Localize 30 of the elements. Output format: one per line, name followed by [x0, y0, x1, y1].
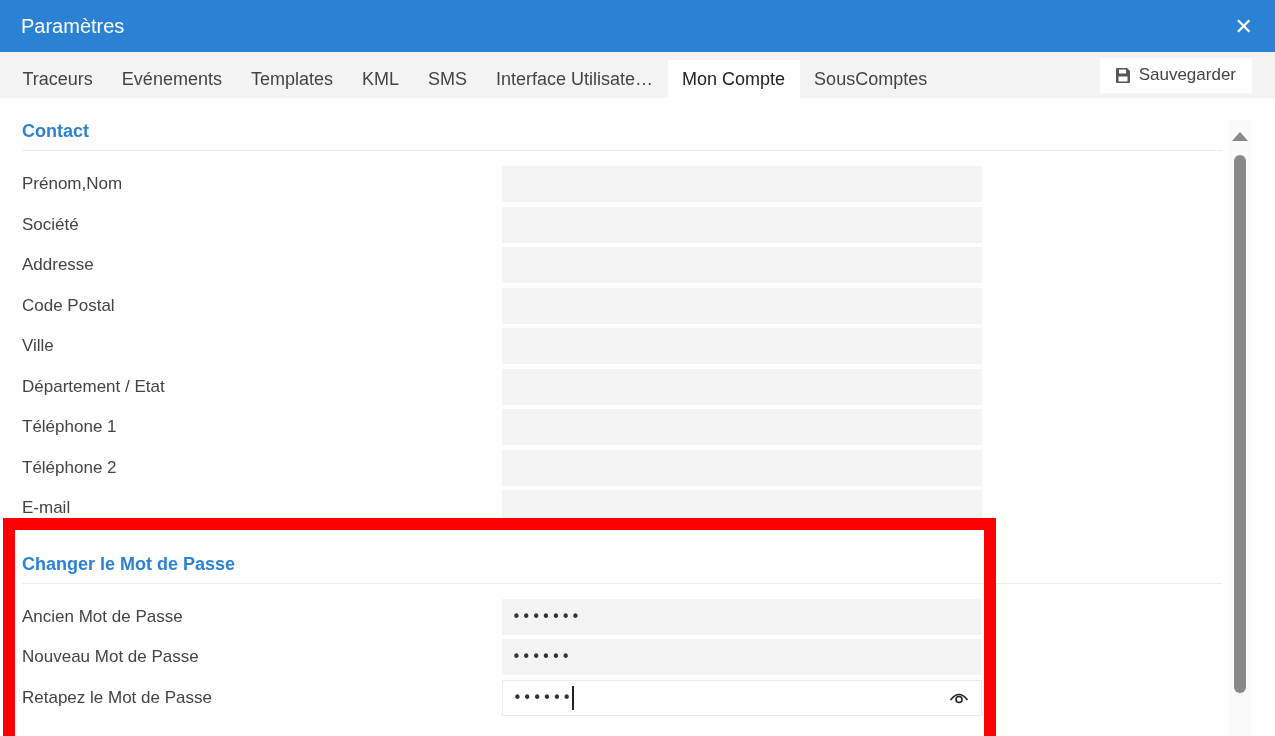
- field-label: Département / Etat: [22, 376, 166, 397]
- tab[interactable]: Mon Compte: [667, 60, 800, 98]
- password-field[interactable]: •••••••: [502, 598, 982, 635]
- password-field[interactable]: ••••••: [502, 639, 982, 675]
- close-button[interactable]: ✕: [1232, 13, 1255, 39]
- tab[interactable]: Templates: [236, 60, 348, 98]
- field-label: E-mail: [22, 498, 72, 518]
- field-label: Ville: [22, 336, 55, 356]
- save-button[interactable]: Sauvegarder: [1099, 57, 1252, 93]
- field-label: Addresse: [22, 255, 95, 275]
- tab[interactable]: Interface Utilisate…: [481, 60, 668, 98]
- field-label: Nouveau Mot de Passe: [22, 647, 200, 667]
- field-label: Prénom,Nom: [22, 174, 124, 194]
- field-label: Téléphone 2: [22, 457, 118, 478]
- field-label: Code Postal: [22, 295, 116, 316]
- tab[interactable]: KML: [347, 60, 414, 98]
- scrollbar-thumb[interactable]: [1234, 155, 1246, 693]
- field-label: Ancien Mot de Passe: [22, 606, 184, 627]
- window-title: Paramètres: [21, 14, 126, 38]
- tab[interactable]: SousComptes: [799, 60, 942, 98]
- section-title: Changer le Mot de Passe: [22, 552, 1222, 584]
- scroll-up-arrow-icon[interactable]: [1232, 132, 1248, 141]
- password-field[interactable]: ••••••: [502, 679, 982, 716]
- tab[interactable]: SMS: [413, 60, 482, 98]
- tab[interactable]: Traceurs: [8, 60, 108, 98]
- section-title: Contact: [22, 120, 1222, 151]
- field-label: Téléphone 1: [22, 417, 118, 437]
- tab[interactable]: Evénements: [107, 60, 237, 98]
- field-label: Société: [22, 214, 80, 235]
- field-label: Retapez le Mot de Passe: [22, 687, 213, 708]
